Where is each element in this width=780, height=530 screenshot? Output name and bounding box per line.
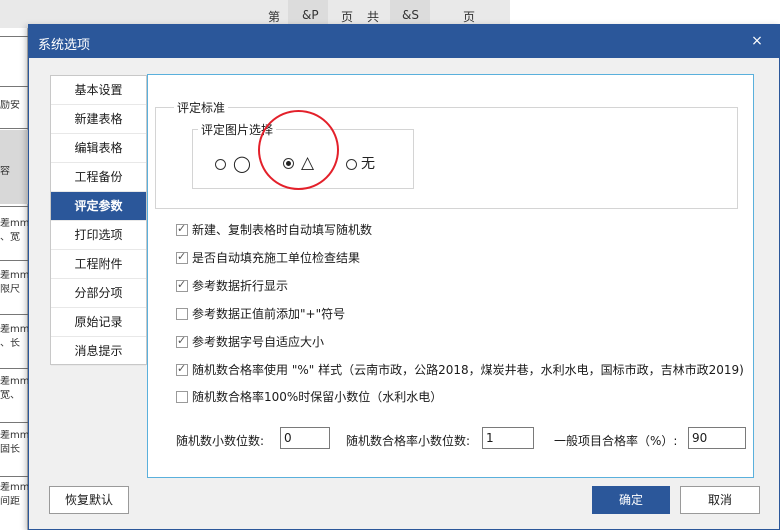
ok-button[interactable]: 确定	[592, 486, 670, 514]
checkbox-label: 随机数合格率100%时保留小数位（水利水电）	[192, 390, 443, 404]
background-row-line	[0, 36, 28, 37]
checkbox-plus-sign[interactable]: 参考数据正值前添加"+"符号	[176, 305, 345, 322]
circle-shape-icon: ◯	[233, 154, 251, 173]
random-decimals-label: 随机数小数位数:	[176, 434, 265, 448]
restore-defaults-button[interactable]: 恢复默认	[49, 486, 129, 514]
background-cell-text: 间距	[0, 496, 20, 507]
background-header-text: 页	[463, 10, 476, 24]
checkbox-label: 参考数据折行显示	[192, 279, 289, 293]
background-cell-text: 、宽	[0, 232, 20, 243]
background-header-text: 第	[268, 10, 281, 24]
checkbox[interactable]	[176, 390, 188, 403]
checkbox[interactable]	[176, 250, 188, 264]
background-cell-text: 限尺	[0, 284, 20, 295]
nav-item-divisions[interactable]: 分部分项	[51, 279, 146, 308]
checkbox[interactable]	[176, 334, 188, 348]
background-row-line	[0, 422, 28, 423]
options-nav: 基本设置 新建表格 编辑表格 工程备份 评定参数 打印选项 工程附件 分部分项 …	[50, 75, 147, 366]
nav-item-evaluation-params[interactable]: 评定参数	[51, 192, 146, 221]
nav-item-original-records[interactable]: 原始记录	[51, 308, 146, 337]
criteria-group-title: 评定标准	[174, 99, 229, 116]
nav-item-basic-settings[interactable]: 基本设置	[51, 76, 146, 105]
background-header-text: 共	[367, 10, 380, 24]
checkbox[interactable]	[176, 222, 188, 236]
background-cell-text: 差mm	[0, 430, 28, 441]
checkbox-percent-style[interactable]: 随机数合格率使用 "%" 样式（云南市政，公路2018，煤炭井巷，水利水电，国标…	[176, 361, 744, 378]
dialog-title: 系统选项	[38, 38, 91, 53]
checkbox[interactable]	[176, 362, 188, 376]
evaluation-params-panel: 评定标准 评定图片选择 ◯ △ 无 新建、复制表格时自动填写随机数	[147, 74, 754, 478]
none-option-label: 无	[361, 156, 375, 172]
background-row-line	[0, 314, 28, 315]
pass-rate-decimals-input[interactable]	[482, 427, 534, 449]
background-cell-text: 差mm	[0, 218, 28, 229]
cancel-button[interactable]: 取消	[680, 486, 760, 514]
radio-circle-option[interactable]: ◯	[215, 156, 251, 172]
checkbox-auto-random[interactable]: 新建、复制表格时自动填写随机数	[176, 221, 372, 238]
background-header-text: 页	[341, 10, 354, 24]
dialog-body: 基本设置 新建表格 编辑表格 工程备份 评定参数 打印选项 工程附件 分部分项 …	[29, 58, 779, 529]
radio-button[interactable]	[215, 158, 226, 170]
general-pass-rate-label: 一般项目合格率（%）:	[554, 434, 678, 448]
random-decimals-input[interactable]	[280, 427, 330, 449]
nav-item-edit-table[interactable]: 编辑表格	[51, 134, 146, 163]
background-row-line	[0, 86, 28, 87]
checkbox-label: 是否自动填充施工单位检查结果	[192, 251, 361, 265]
nav-item-project-attachments[interactable]: 工程附件	[51, 250, 146, 279]
nav-item-print-options[interactable]: 打印选项	[51, 221, 146, 250]
pass-rate-decimals-label: 随机数合格率小数位数:	[346, 434, 471, 448]
general-pass-rate-input[interactable]	[688, 427, 746, 449]
annotation-circle	[258, 110, 339, 190]
checkbox-wrap-reference[interactable]: 参考数据折行显示	[176, 277, 288, 294]
checkbox-label: 新建、复制表格时自动填写随机数	[192, 223, 373, 237]
checkbox-auto-fill-results[interactable]: 是否自动填充施工单位检查结果	[176, 249, 360, 266]
background-cell-text: 固长	[0, 444, 20, 455]
nav-item-new-table[interactable]: 新建表格	[51, 105, 146, 134]
radio-none-option[interactable]: 无	[346, 156, 375, 172]
background-row-line	[0, 476, 28, 477]
checkbox-keep-decimals[interactable]: 随机数合格率100%时保留小数位（水利水电）	[176, 388, 442, 405]
checkbox[interactable]	[176, 307, 188, 320]
background-cell-text: 差mm	[0, 324, 28, 335]
background-row-line	[0, 368, 28, 369]
background-header-text: &S	[402, 8, 419, 22]
dialog-titlebar[interactable]: 系统选项 ×	[29, 25, 779, 58]
close-icon[interactable]: ×	[749, 33, 765, 49]
background-cell-text: 差mm	[0, 482, 28, 493]
background-cell-text: 、长	[0, 338, 20, 349]
radio-button[interactable]	[346, 158, 357, 170]
checkbox-auto-font-size[interactable]: 参考数据字号自适应大小	[176, 333, 324, 350]
background-cell-text: 励安	[0, 100, 20, 111]
background-row-line	[0, 260, 28, 261]
background-row-line	[0, 128, 28, 129]
checkbox-label: 参考数据正值前添加"+"符号	[192, 307, 346, 321]
checkbox[interactable]	[176, 278, 188, 292]
background-cell-text: 差mm	[0, 376, 28, 387]
system-options-dialog: 系统选项 × 基本设置 新建表格 编辑表格 工程备份 评定参数 打印选项 工程附…	[28, 24, 780, 530]
background-row-line	[0, 206, 28, 207]
checkbox-label: 参考数据字号自适应大小	[192, 335, 325, 349]
nav-item-notifications[interactable]: 消息提示	[51, 337, 146, 366]
background-header-text: &P	[302, 8, 319, 22]
background-cell-text: 宽、	[0, 390, 20, 401]
background-cell-text: 容	[0, 166, 10, 177]
background-cell-text: 差mm	[0, 270, 28, 281]
nav-item-project-backup[interactable]: 工程备份	[51, 163, 146, 192]
checkbox-label: 随机数合格率使用 "%" 样式（云南市政，公路2018，煤炭井巷，水利水电，国标…	[192, 363, 744, 377]
